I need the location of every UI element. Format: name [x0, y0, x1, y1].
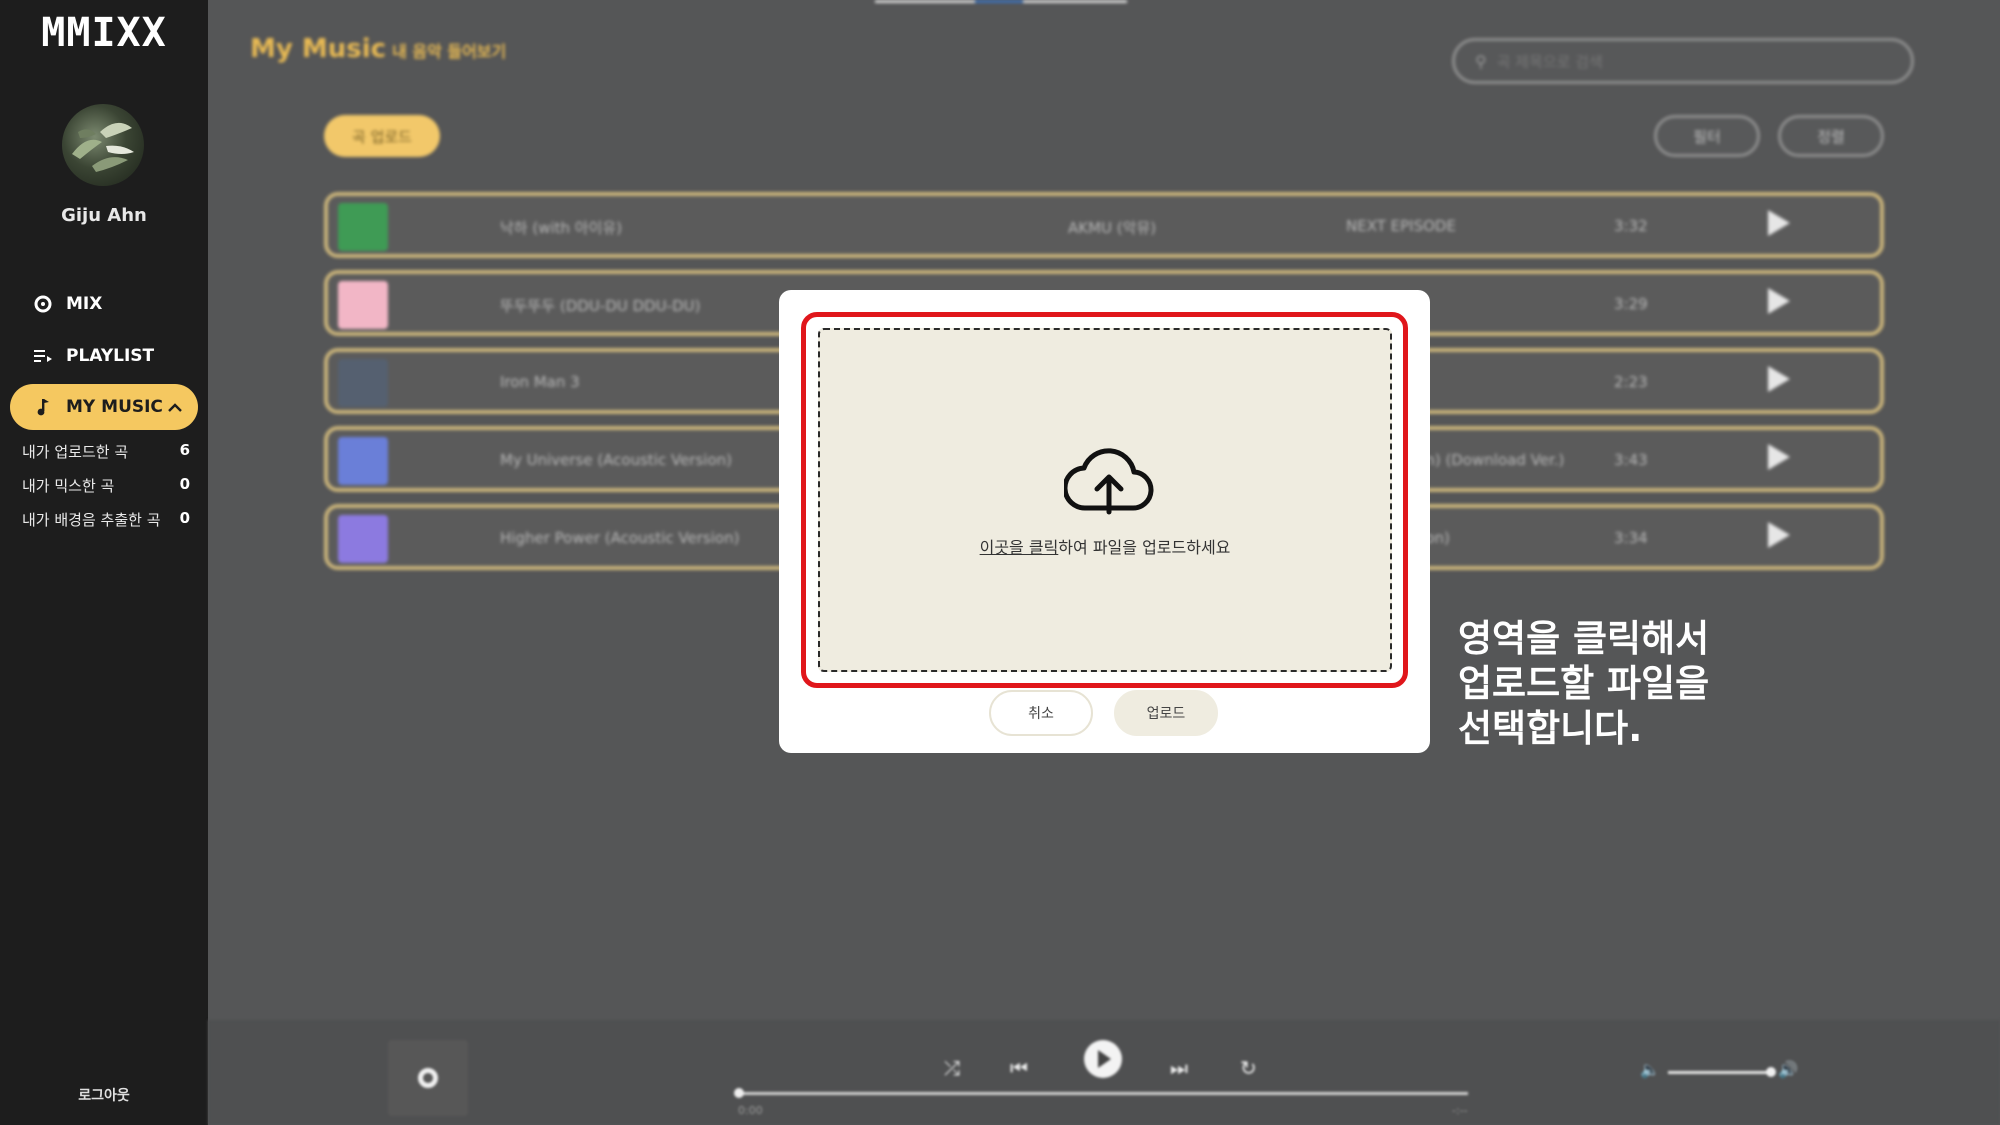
track-duration: 2:23 [1614, 373, 1648, 391]
sub-item-count: 0 [179, 475, 190, 493]
sidebar-item-label: PLAYLIST [66, 346, 155, 366]
track-title: 뚜두뚜두 (DDU-DU DDU-DU) [500, 297, 701, 315]
chevron-up-icon[interactable] [168, 398, 182, 417]
track-title: My Universe (Acoustic Version) [500, 451, 732, 469]
cloud-upload-icon [1064, 448, 1154, 515]
track-album: NEXT EPISODE [1346, 217, 1456, 235]
track-duration: 3:29 [1614, 295, 1648, 313]
page-title-text: My Music [250, 34, 387, 64]
music-note-icon [30, 398, 56, 416]
shuffle-icon[interactable]: ⤮ [944, 1056, 960, 1080]
avatar [62, 104, 144, 186]
track-duration: 3:34 [1614, 529, 1648, 547]
sidebar-item-label: MY MUSIC [66, 397, 163, 417]
filter-button[interactable]: 필터 [1654, 115, 1760, 157]
sub-item-label: 내가 배경음 추출한 곡 [22, 511, 161, 529]
album-art [338, 515, 388, 563]
username: Giju Ahn [61, 205, 147, 226]
file-dropzone[interactable]: 이곳을 클릭하여 파일을 업로드하세요 [818, 328, 1392, 672]
album-art [338, 203, 388, 251]
cancel-button[interactable]: 취소 [989, 690, 1093, 736]
track-row[interactable]: 낙하 (with 아이유) AKMU (악뮤) NEXT EPISODE 3:3… [324, 192, 1884, 258]
track-artist: AKMU (악뮤) [1068, 219, 1157, 237]
sidebar-item-playlist[interactable]: PLAYLIST [10, 333, 198, 379]
sub-item-label: 내가 업로드한 곡 [22, 443, 129, 461]
now-playing-art [388, 1040, 468, 1116]
disc-icon [30, 295, 56, 313]
time-total: -:-- [1452, 1104, 1468, 1117]
app-logo[interactable]: MMIXX [0, 10, 208, 56]
page-title: My Music 내 음악 들어보기 [250, 34, 506, 64]
avatar-image [72, 122, 134, 172]
dropzone-text: 이곳을 클릭하여 파일을 업로드하세요 [820, 534, 1390, 558]
sidebar-item-label: MIX [66, 294, 103, 314]
progress-bar[interactable] [734, 1088, 1468, 1098]
dropzone-suffix: 하여 파일을 업로드하세요 [1058, 538, 1231, 557]
previous-icon[interactable]: ⏮ [1010, 1056, 1028, 1080]
top-tab-indicator [875, 0, 1127, 3]
sidebar-item-my-music[interactable]: MY MUSIC [10, 384, 198, 430]
sub-item-uploaded[interactable]: 내가 업로드한 곡 6 [22, 441, 190, 462]
track-title: Iron Man 3 [500, 373, 580, 391]
play-icon[interactable] [1768, 288, 1790, 314]
upload-button[interactable]: 업로드 [1114, 690, 1218, 736]
sort-button[interactable]: 정렬 [1778, 115, 1884, 157]
logout-button[interactable]: 로그아웃 [0, 1085, 208, 1105]
search-placeholder: 곡 제목으로 검색 [1496, 52, 1603, 71]
sub-item-count: 0 [179, 509, 190, 527]
album-art [338, 281, 388, 329]
playlist-icon [30, 348, 56, 364]
track-title: 낙하 (with 아이유) [500, 219, 623, 237]
dropzone-link[interactable]: 이곳을 클릭 [980, 538, 1059, 557]
sub-item-label: 내가 믹스한 곡 [22, 477, 115, 495]
track-duration: 3:43 [1614, 451, 1648, 469]
album-art [338, 359, 388, 407]
play-icon[interactable] [1768, 366, 1790, 392]
track-title: Higher Power (Acoustic Version) [500, 529, 740, 547]
play-button[interactable] [1084, 1040, 1122, 1078]
volume-low-icon[interactable]: 🔈 [1640, 1060, 1660, 1079]
track-duration: 3:32 [1614, 217, 1648, 235]
volume-slider[interactable] [1668, 1067, 1776, 1077]
sidebar-item-mix[interactable]: MIX [10, 281, 198, 327]
sub-item-mixed[interactable]: 내가 믹스한 곡 0 [22, 475, 190, 496]
progress-handle[interactable] [734, 1088, 744, 1098]
search-input[interactable]: ⚲ 곡 제목으로 검색 [1452, 38, 1914, 84]
play-icon[interactable] [1768, 210, 1790, 236]
app-root: MMIXX Giju Ahn MIX PLAYLIST MY MUSIC 내가 … [0, 0, 2000, 1125]
time-current: 0:00 [738, 1104, 763, 1117]
sidebar: MMIXX Giju Ahn MIX PLAYLIST MY MUSIC 내가 … [0, 0, 208, 1125]
repeat-icon[interactable]: ↻ [1240, 1056, 1257, 1080]
tutorial-annotation: 영역을 클릭해서 업로드할 파일을 선택합니다. [1458, 617, 1710, 750]
search-icon: ⚲ [1475, 51, 1487, 71]
play-icon[interactable] [1768, 522, 1790, 548]
play-icon[interactable] [1768, 444, 1790, 470]
disc-icon [418, 1068, 438, 1088]
upload-modal: 이곳을 클릭하여 파일을 업로드하세요 취소 업로드 [779, 290, 1430, 753]
volume-handle[interactable] [1766, 1067, 1776, 1077]
player-bar: ⤮ ⏮ ⏭ ↻ 0:00 -:-- 🔈 🔊 [208, 1020, 2000, 1125]
sub-item-extracted[interactable]: 내가 배경음 추출한 곡 0 [22, 509, 190, 530]
sub-item-count: 6 [179, 441, 190, 459]
upload-track-button[interactable]: 곡 업로드 [324, 115, 440, 157]
album-art [338, 437, 388, 485]
volume-high-icon[interactable]: 🔊 [1778, 1060, 1798, 1079]
page-subtitle: 내 음악 들어보기 [392, 42, 507, 61]
next-icon[interactable]: ⏭ [1170, 1056, 1188, 1080]
